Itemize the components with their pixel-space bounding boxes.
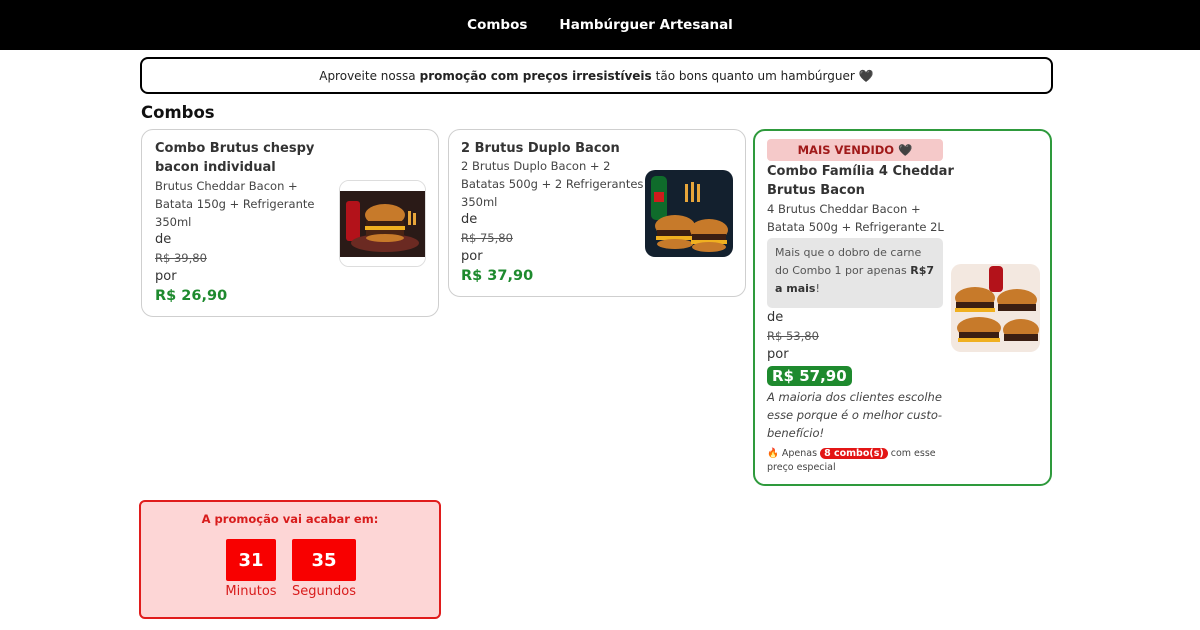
from-label: de: [767, 310, 784, 325]
best-seller-badge: MAIS VENDIDO 🖤: [767, 139, 943, 161]
desc-line: 350ml: [155, 215, 192, 229]
scarcity-note: 🔥 Apenas 8 combo(s) com esse preço espec…: [767, 447, 951, 475]
section-title: Combos: [141, 103, 215, 122]
card-description: Brutus Cheddar Bacon + Batata 150g + Ref…: [155, 177, 335, 231]
banner-prefix: Aproveite nossa: [319, 68, 416, 83]
old-price: R$ 39,80: [155, 251, 207, 265]
family-burgers-photo-icon: [951, 264, 1040, 352]
combo-card-3-best-seller[interactable]: MAIS VENDIDO 🖤 Combo Família 4 Cheddar B…: [753, 129, 1052, 486]
badge-label: MAIS VENDIDO: [797, 143, 895, 157]
desc-line: Batata 500g + Refrigerante 2L: [767, 220, 944, 234]
current-price: R$ 26,90: [155, 288, 228, 304]
nav-item-hamburguer-artesanal[interactable]: Hambúrguer Artesanal: [559, 17, 732, 33]
desc-line: Brutus Cheddar Bacon +: [155, 179, 298, 193]
seconds-label: Segundos: [292, 584, 356, 599]
customer-choice-note: A maioria dos clientes escolhe esse porq…: [767, 390, 943, 440]
minutes-value: 31: [226, 539, 276, 581]
from-label: de: [155, 232, 172, 247]
old-price: R$ 75,80: [461, 231, 513, 245]
card-description: 2 Brutus Duplo Bacon + 2 Batatas 500g + …: [461, 157, 651, 211]
current-price: R$ 57,90: [767, 366, 852, 386]
card-title: 2 Brutus Duplo Bacon: [461, 141, 620, 156]
to-label: por: [461, 249, 483, 264]
card-title-line: Brutus Bacon: [767, 183, 865, 198]
minutes-label: Minutos: [225, 584, 277, 599]
combo-card-1[interactable]: Combo Brutus chespy bacon individual Bru…: [141, 129, 439, 317]
upsell-note: Mais que o dobro de carne do Combo 1 por…: [767, 238, 943, 308]
from-label: de: [461, 212, 478, 227]
burger-combo-photo-icon: [645, 170, 733, 257]
desc-line: Batata 150g + Refrigerante: [155, 197, 315, 211]
timer-title: A promoção vai acabar em:: [201, 512, 379, 526]
heart-icon: 🖤: [898, 143, 913, 157]
banner-bold-text: promoção com preços irresistíveis: [419, 68, 652, 83]
old-price: R$ 53,80: [767, 329, 819, 343]
card-title: Combo Família 4 Cheddar Brutus Bacon: [767, 162, 957, 200]
scarcity-prefix: Apenas: [781, 448, 818, 459]
top-nav: Combos Hambúrguer Artesanal: [0, 0, 1200, 50]
card-title: Combo Brutus chespy bacon individual: [155, 139, 335, 177]
seconds-value: 35: [292, 539, 356, 581]
card-title-line: bacon individual: [155, 160, 276, 175]
banner-suffix: tão bons quanto um hambúrguer: [655, 68, 855, 83]
burger-photo-icon: [339, 180, 426, 267]
card-description: 4 Brutus Cheddar Bacon + Batata 500g + R…: [767, 200, 957, 236]
promo-banner: Aproveite nossa promoção com preços irre…: [140, 57, 1053, 94]
current-price: R$ 37,90: [461, 268, 534, 284]
stock-count-pill: 8 combo(s): [820, 448, 888, 459]
nav-item-combos[interactable]: Combos: [467, 17, 527, 33]
heart-icon: 🖤: [858, 68, 874, 83]
card-title-line: Combo Brutus chespy: [155, 141, 315, 156]
to-label: por: [767, 347, 789, 362]
to-label: por: [155, 269, 177, 284]
desc-line: Batatas 500g + 2 Refrigerantes: [461, 177, 644, 191]
card-title-line: Combo Família 4 Cheddar: [767, 164, 954, 179]
combo-card-2[interactable]: 2 Brutus Duplo Bacon 2 Brutus Duplo Baco…: [448, 129, 746, 297]
desc-line: 4 Brutus Cheddar Bacon +: [767, 202, 921, 216]
countdown-timer: A promoção vai acabar em: 31 35 Minutos …: [139, 500, 441, 619]
desc-line: 350ml: [461, 195, 498, 209]
note-suffix: !: [815, 282, 820, 295]
note-text: Mais que o dobro de carne do Combo 1 por…: [775, 246, 922, 277]
desc-line: 2 Brutus Duplo Bacon + 2: [461, 159, 611, 173]
fire-icon: 🔥: [767, 448, 779, 459]
